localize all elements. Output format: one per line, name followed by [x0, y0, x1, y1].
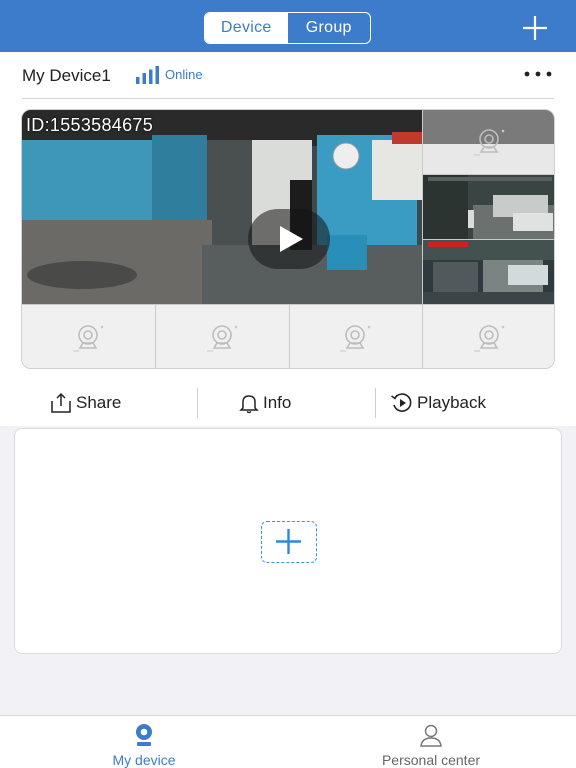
share-icon: [51, 392, 71, 413]
action-divider: [197, 388, 198, 418]
bell-icon: [239, 395, 259, 414]
camera-grid: ID:1553584675: [21, 109, 555, 369]
status-online: Online: [165, 67, 203, 82]
bottom-tab-bar: My device Personal center: [0, 715, 576, 768]
video-frame: [22, 110, 422, 304]
camera-thumbnail-2[interactable]: [422, 239, 554, 304]
playback-icon: [391, 393, 412, 412]
playback-button[interactable]: Playback: [390, 380, 486, 426]
add-device-panel: [14, 428, 562, 654]
add-device-button[interactable]: [261, 521, 317, 563]
camera-icon: [206, 324, 237, 351]
device-name: My Device1: [22, 66, 111, 85]
camera-icon: [340, 324, 371, 351]
tab-group[interactable]: Group: [288, 13, 371, 43]
tab-label: Personal center: [381, 752, 481, 768]
tab-personal-center[interactable]: Personal center: [351, 716, 511, 768]
device-group-switch: Device Group: [204, 12, 371, 44]
play-icon: [280, 226, 303, 252]
tab-device[interactable]: Device: [205, 13, 288, 43]
play-button[interactable]: [248, 209, 330, 269]
info-button[interactable]: Info: [238, 380, 291, 426]
add-device-plus-icon[interactable]: [521, 14, 549, 42]
camera-id: ID:1553584675: [26, 115, 154, 135]
tab-label: My device: [112, 752, 176, 768]
device-actions: Share Info Playback: [0, 380, 576, 426]
camera-tab-icon: [136, 724, 152, 746]
info-label: Info: [263, 393, 292, 412]
divider: [22, 98, 554, 99]
camera-slot-empty[interactable]: [422, 110, 554, 174]
thumbnail-frame: [423, 175, 554, 239]
signal-bars-icon: [136, 66, 159, 84]
share-button[interactable]: Share: [49, 380, 121, 426]
action-divider: [375, 388, 376, 418]
camera-icon: [72, 324, 103, 351]
tab-my-device[interactable]: My device: [64, 716, 224, 768]
thumbnail-frame: [423, 240, 554, 304]
share-label: Share: [76, 393, 122, 412]
camera-slot-empty[interactable]: [289, 304, 422, 368]
camera-slot-empty[interactable]: [22, 304, 155, 368]
camera-icon: [473, 324, 504, 351]
person-icon: [420, 724, 442, 747]
top-bar: Device Group: [0, 0, 576, 52]
camera-thumbnail-1[interactable]: [422, 174, 554, 239]
camera-slot-empty[interactable]: [155, 304, 289, 368]
camera-slot-empty[interactable]: [422, 304, 554, 368]
more-dots-icon[interactable]: [523, 64, 553, 84]
playback-label: Playback: [417, 393, 486, 412]
camera-icon: [473, 129, 504, 156]
plus-icon: [276, 529, 301, 554]
main-video-view[interactable]: ID:1553584675: [22, 110, 422, 304]
